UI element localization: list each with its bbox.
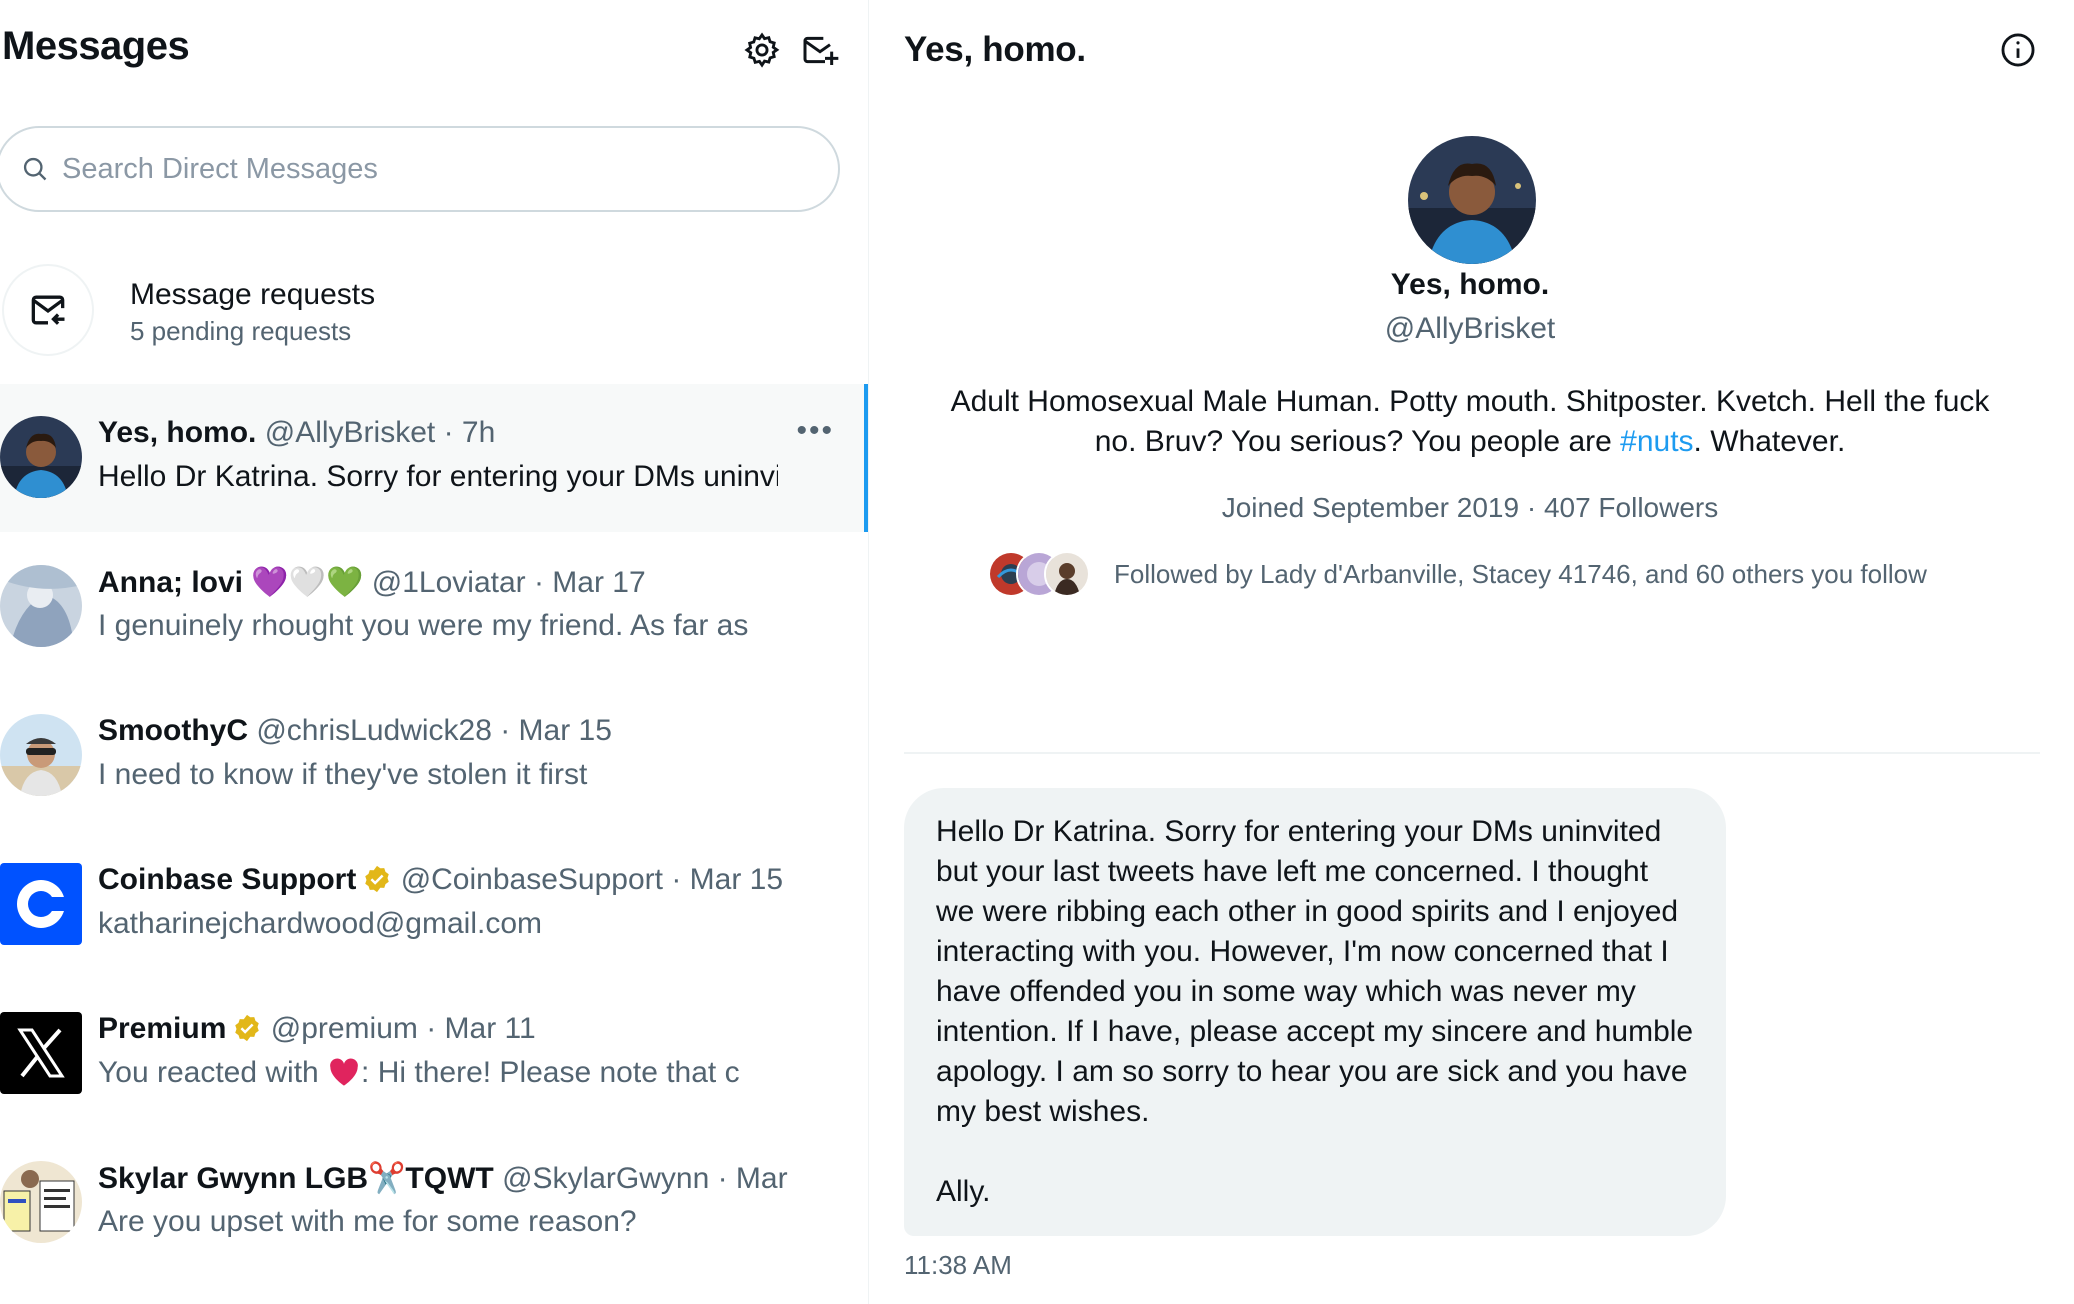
info-button[interactable] xyxy=(1994,26,2042,74)
profile-bio: Adult Homosexual Male Human. Potty mouth… xyxy=(930,382,2010,462)
preview-prefix: You reacted with xyxy=(98,1056,328,1089)
more-options-icon[interactable]: ••• xyxy=(796,414,834,448)
message-requests-count: 5 pending requests xyxy=(130,316,352,346)
x-logo-icon xyxy=(0,1012,82,1094)
conversation-header: Yes, homo. @AllyBrisket · 7h xyxy=(98,416,798,450)
conversation-header: Anna; lovi 💜🤍💚 @1Loviatar · Mar 17 xyxy=(98,565,798,600)
inbox-arrow-icon xyxy=(31,295,65,325)
heart-icon xyxy=(330,1058,358,1086)
messages-title: Messages xyxy=(2,24,190,68)
divider xyxy=(904,752,2040,754)
message-signature: Ally. xyxy=(936,1175,991,1208)
gear-icon xyxy=(744,32,780,68)
avatar xyxy=(0,416,82,498)
conversation-name: Skylar Gwynn LGB✂️TQWT xyxy=(98,1162,494,1195)
new-message-button[interactable] xyxy=(796,26,844,74)
conversation-time: · Mar 15 xyxy=(500,714,612,747)
conversation-item[interactable]: Premium @premium · Mar 11 You reacted wi… xyxy=(0,980,868,1128)
conversation-preview: You reacted with : Hi there! Please note… xyxy=(98,1056,778,1090)
bio-hashtag-link[interactable]: #nuts xyxy=(1620,425,1693,458)
preview-suffix: : Hi there! Please note that c xyxy=(361,1056,740,1089)
followed-by-row[interactable]: Followed by Lady d'Arbanville, Stacey 41… xyxy=(988,550,1927,598)
message-body: Hello Dr Katrina. Sorry for entering you… xyxy=(936,815,1694,1128)
verified-badge-icon xyxy=(365,865,390,893)
coinbase-logo-icon xyxy=(0,863,82,945)
conversation-name: Coinbase Support xyxy=(98,863,357,896)
conversation-preview: katharinejchardwood@gmail.com xyxy=(98,907,542,940)
conversation-preview: I need to know if they've stolen it firs… xyxy=(98,758,588,791)
avatar xyxy=(0,1161,82,1243)
message-requests-title: Message requests xyxy=(130,278,376,311)
conversation-panel: Yes, homo. Yes, homo. @AllyBrisket Adult… xyxy=(870,0,2074,1304)
conversation-item[interactable]: Coinbase Support @CoinbaseSupport · Mar … xyxy=(0,831,868,979)
conversation-name: SmoothyC xyxy=(98,714,248,747)
conversation-list-panel: Messages Message requests 5 pending requ xyxy=(0,0,869,1304)
conversation-header: Skylar Gwynn LGB✂️TQWT @SkylarGwynn · Ma… xyxy=(98,1161,798,1196)
conversation-handle: @1Loviatar xyxy=(371,566,526,599)
profile-name: Yes, homo. xyxy=(1390,268,1550,301)
follower-avatar xyxy=(1044,551,1090,597)
conversation-time: · Mar 11 xyxy=(426,1012,536,1045)
conversation-item[interactable]: Skylar Gwynn LGB✂️TQWT @SkylarGwynn · Ma… xyxy=(0,1129,868,1277)
conversation-time: · 7h xyxy=(443,416,496,449)
verified-badge-icon xyxy=(235,1014,260,1042)
conversation-time: · Mar 15 xyxy=(671,863,784,896)
conversation-name: Yes, homo. xyxy=(98,416,257,449)
search-input[interactable] xyxy=(60,151,784,187)
conversation-header: Coinbase Support @CoinbaseSupport · Mar … xyxy=(98,863,798,897)
profile-handle: @AllyBrisket xyxy=(1384,312,1556,345)
conversation-handle: @premium xyxy=(270,1012,418,1045)
conversation-title: Yes, homo. xyxy=(904,30,1086,69)
conversation-time: · Mar 10 xyxy=(717,1162,798,1195)
conversation-item[interactable]: Anna; lovi 💜🤍💚 @1Loviatar · Mar 17 I gen… xyxy=(0,533,868,681)
new-message-icon xyxy=(803,36,839,65)
conversation-handle: @SkylarGwynn xyxy=(502,1162,710,1195)
conversation-preview: Hello Dr Katrina. Sorry for entering you… xyxy=(98,460,778,493)
heart-emoji-group: 💜🤍💚 xyxy=(251,566,364,599)
conversation-header: Premium @premium · Mar 11 xyxy=(98,1012,798,1046)
conversation-name: Anna; lovi xyxy=(98,566,244,599)
avatar xyxy=(0,565,82,647)
conversation-preview: I genuinely rhought you were my friend. … xyxy=(98,609,749,642)
followed-by-text: Followed by Lady d'Arbanville, Stacey 41… xyxy=(1114,558,1927,589)
settings-button[interactable] xyxy=(738,26,786,74)
message-bubble[interactable]: Hello Dr Katrina. Sorry for entering you… xyxy=(904,788,1726,1236)
profile-joined-followers: Joined September 2019 · 407 Followers xyxy=(1221,492,1719,523)
conversation-handle: @CoinbaseSupport xyxy=(400,863,663,896)
message-requests-icon-circle xyxy=(2,264,94,356)
conversation-item[interactable]: Yes, homo. @AllyBrisket · 7h Hello Dr Ka… xyxy=(0,384,868,532)
conversation-handle: @AllyBrisket xyxy=(264,416,436,449)
message-requests-row[interactable]: Message requests 5 pending requests xyxy=(0,262,860,362)
conversation-handle: @chrisLudwick28 xyxy=(256,714,492,747)
conversation-item[interactable]: SmoothyC @chrisLudwick28 · Mar 15 I need… xyxy=(0,682,868,830)
conversation-time: · Mar 17 xyxy=(533,566,646,599)
profile-avatar[interactable] xyxy=(1408,136,1536,264)
bio-text-end: . Whatever. xyxy=(1693,425,1846,458)
message-timestamp: 11:38 AM xyxy=(904,1250,1012,1280)
search-box xyxy=(0,126,840,212)
conversation-preview: Are you upset with me for some reason? xyxy=(98,1205,637,1238)
conversation-header: SmoothyC @chrisLudwick28 · Mar 15 xyxy=(98,714,798,748)
search-icon xyxy=(20,154,50,184)
info-icon xyxy=(2001,33,2035,67)
conversation-name: Premium xyxy=(98,1012,227,1045)
avatar xyxy=(0,714,82,796)
